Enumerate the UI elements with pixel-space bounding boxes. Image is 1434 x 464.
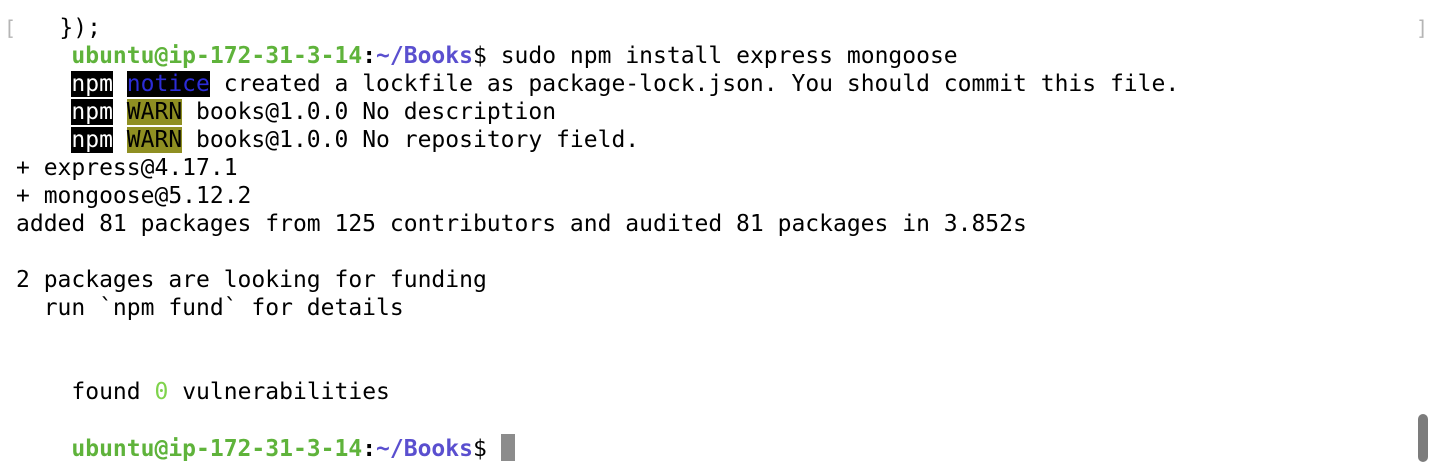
npm-tag: npm: [71, 127, 113, 153]
npm-warn-line: npm WARN books@1.0.0 No repository field…: [16, 98, 639, 153]
vulnerabilities-line: found 0 vulnerabilities: [71, 379, 390, 405]
prompt-symbol: $: [472, 436, 487, 462]
funding-hint-line: run `npm fund` for details: [16, 295, 404, 321]
selection-bracket-right: ]: [1416, 16, 1429, 40]
installed-package-line: + express@4.17.1: [16, 155, 238, 181]
funding-line: 2 packages are looking for funding: [16, 267, 487, 293]
partial-output-line: });: [4, 0, 101, 41]
current-prompt-line[interactable]: ubuntu@ip-172-31-3-14:~/Books$: [16, 406, 515, 462]
prompt-user-host: ubuntu@ip-172-31-3-14: [71, 436, 363, 462]
command-line: ubuntu@ip-172-31-3-14:~/Books$ sudo npm …: [16, 14, 957, 69]
scrollbar-thumb[interactable]: [1418, 414, 1428, 462]
vulnerability-count: 0: [154, 379, 169, 405]
install-summary-line: added 81 packages from 125 contributors …: [16, 211, 1027, 237]
terminal-window[interactable]: }); [ ] ubuntu@ip-172-31-3-14:~/Books$ s…: [0, 0, 1434, 464]
installed-package-line: + mongoose@5.12.2: [16, 183, 252, 209]
selection-bracket-left: [: [4, 16, 17, 40]
npm-message: books@1.0.0 No repository field.: [182, 127, 640, 153]
prompt-separator: :: [362, 436, 377, 462]
text-cursor[interactable]: [500, 434, 515, 461]
npm-notice-line: npm notice created a lockfile as package…: [16, 42, 1179, 97]
prompt-path: ~/Books: [376, 436, 473, 462]
warn-tag: WARN: [126, 127, 183, 153]
npm-warn-line: npm WARN books@1.0.0 No description: [16, 70, 556, 125]
